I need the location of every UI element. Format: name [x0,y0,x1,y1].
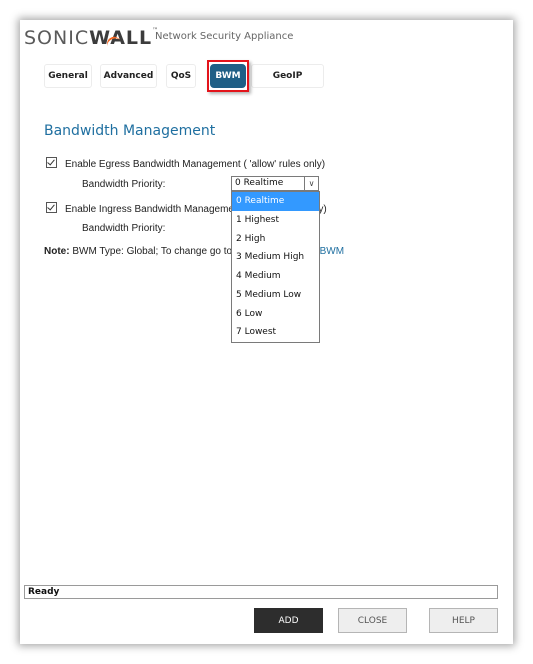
egress-priority-select[interactable]: 0 Realtime ∨ [231,176,319,191]
tab-bar: General Advanced QoS BWM GeoIP [20,60,513,92]
egress-checkbox-label: Enable Egress Bandwidth Management ( 'al… [65,159,326,170]
dropdown-option[interactable]: 3 Medium High [232,248,319,267]
status-bar: Ready [24,585,498,599]
logo-text-light: SONIC [24,27,90,49]
ingress-priority-label: Bandwidth Priority: [82,223,166,234]
dropdown-option[interactable]: 2 High [232,230,319,249]
help-button[interactable]: HELP [429,608,498,633]
dropdown-option[interactable]: 5 Medium Low [232,286,319,305]
tab-general[interactable]: General [44,64,92,88]
note-text: BWM Type: Global; To change go to [69,246,235,257]
dropdown-option[interactable]: 6 Low [232,305,319,324]
ingress-checkbox[interactable] [46,202,57,213]
add-button[interactable]: ADD [254,608,323,633]
close-button[interactable]: CLOSE [338,608,407,633]
egress-checkbox[interactable] [46,157,57,168]
dropdown-option[interactable]: 4 Medium [232,267,319,286]
egress-priority-label: Bandwidth Priority: [82,179,166,190]
egress-row: Enable Egress Bandwidth Management ( 'al… [46,157,325,170]
dropdown-option[interactable]: 1 Highest [232,211,319,230]
tab-bwm[interactable]: BWM [210,64,246,88]
section-title: Bandwidth Management [44,123,216,139]
app-subtitle: Network Security Appliance [155,31,294,42]
tab-geoip[interactable]: GeoIP [251,64,324,88]
chevron-down-icon[interactable]: ∨ [304,177,318,190]
egress-priority-value: 0 Realtime [235,178,284,188]
dropdown-option[interactable]: 0 Realtime [232,192,319,211]
priority-dropdown-list: 0 Realtime 1 Highest 2 High 3 Medium Hig… [231,191,320,343]
dropdown-option[interactable]: 7 Lowest [232,323,319,342]
sonicwall-logo: SONICWALL ™ [24,27,159,49]
note-prefix: Note: [44,246,70,257]
tab-advanced[interactable]: Advanced [100,64,157,88]
bwm-dialog: SONICWALL ™ Network Security Appliance Ge… [20,20,513,644]
logo-text-bold: WALL [89,27,153,49]
tab-qos[interactable]: QoS [166,64,196,88]
